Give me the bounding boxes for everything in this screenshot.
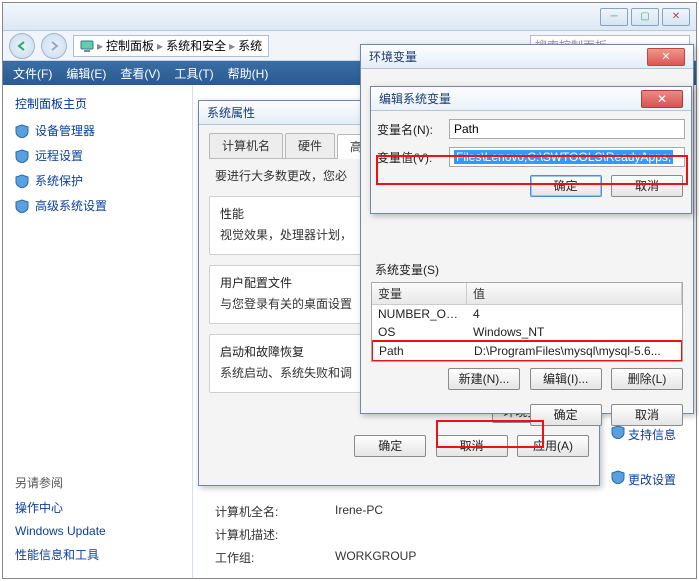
maximize-button[interactable]: ▢ bbox=[631, 8, 659, 26]
crumb[interactable]: 系统和安全 bbox=[166, 37, 226, 54]
delete-button[interactable]: 删除(L) bbox=[611, 368, 683, 390]
sidebar-item-label: 设备管理器 bbox=[35, 122, 95, 139]
dialog-title-text: 系统属性 bbox=[207, 104, 255, 121]
menu-file[interactable]: 文件(F) bbox=[13, 65, 52, 82]
cancel-button[interactable]: 取消 bbox=[436, 435, 508, 457]
window-titlebar: ─ ▢ ✕ bbox=[3, 3, 696, 31]
shield-icon bbox=[15, 174, 29, 188]
header-variable: 变量 bbox=[372, 283, 467, 304]
breadcrumb[interactable]: ▸ 控制面板 ▸ 系统和安全 ▸ 系统 bbox=[73, 35, 269, 57]
menu-help[interactable]: 帮助(H) bbox=[228, 65, 269, 82]
shield-icon bbox=[15, 149, 29, 163]
sidebar-sub-perfinfo[interactable]: 性能信息和工具 bbox=[15, 546, 180, 563]
sidebar: 控制面板主页 设备管理器 远程设置 系统保护 高级系统设置 另请参阅 操作中心 … bbox=[3, 85, 193, 578]
crumb[interactable]: 系统 bbox=[238, 37, 262, 54]
sidebar-item-remote[interactable]: 远程设置 bbox=[15, 147, 180, 164]
ok-button[interactable]: 确定 bbox=[354, 435, 426, 457]
dialog-title: 环境变量 ✕ bbox=[361, 45, 693, 69]
sidebar-item-label: 系统保护 bbox=[35, 172, 83, 189]
dialog-title: 编辑系统变量 ✕ bbox=[371, 87, 691, 111]
shield-icon bbox=[15, 124, 29, 138]
close-button[interactable]: ✕ bbox=[641, 90, 683, 108]
edit-button[interactable]: 编辑(I)... bbox=[530, 368, 602, 390]
minimize-button[interactable]: ─ bbox=[600, 8, 628, 26]
system-vars-list[interactable]: 变量 值 NUMBER_OF_PR...4 OSWindows_NT PathD… bbox=[371, 282, 683, 362]
sidebar-item-label: 高级系统设置 bbox=[35, 197, 107, 214]
list-header: 变量 值 bbox=[372, 283, 682, 305]
table-row[interactable]: PATHEXT.COM;.EXE;.BAT;.CMD;.VBS;.VBE... bbox=[372, 361, 682, 362]
ok-button[interactable]: 确定 bbox=[530, 404, 602, 426]
cancel-button[interactable]: 取消 bbox=[611, 175, 683, 197]
var-name-input[interactable]: Path bbox=[449, 119, 685, 139]
menu-edit[interactable]: 编辑(E) bbox=[66, 65, 106, 82]
forward-button[interactable] bbox=[41, 33, 67, 59]
workgroup-value: WORKGROUP bbox=[335, 549, 416, 566]
var-name-value: Path bbox=[454, 122, 479, 136]
apply-button[interactable]: 应用(A) bbox=[517, 435, 589, 457]
dialog-title-text: 环境变量 bbox=[369, 48, 417, 65]
table-row-path[interactable]: PathD:\ProgramFiles\mysql\mysql-5.6... bbox=[371, 340, 683, 362]
desc-label: 计算机描述: bbox=[215, 526, 335, 543]
var-value-value: Files\Lenovo;C:\SWTOOLS\ReadyApps; bbox=[454, 150, 673, 164]
system-vars-label: 系统变量(S) bbox=[375, 261, 683, 278]
back-button[interactable] bbox=[9, 33, 35, 59]
shield-icon bbox=[611, 470, 625, 484]
menu-view[interactable]: 查看(V) bbox=[120, 65, 160, 82]
crumb[interactable]: 控制面板 bbox=[106, 37, 154, 54]
sidebar-sub-action-center[interactable]: 操作中心 bbox=[15, 499, 180, 516]
table-row[interactable]: OSWindows_NT bbox=[372, 323, 682, 341]
tab-computer-name[interactable]: 计算机名 bbox=[209, 133, 283, 158]
sidebar-item-label: 远程设置 bbox=[35, 147, 83, 164]
sidebar-item-advanced[interactable]: 高级系统设置 bbox=[15, 197, 180, 214]
arrow-right-icon bbox=[48, 40, 60, 52]
full-name-label: 计算机全名: bbox=[215, 503, 335, 520]
sidebar-item-device-manager[interactable]: 设备管理器 bbox=[15, 122, 180, 139]
sidebar-home[interactable]: 控制面板主页 bbox=[15, 95, 180, 112]
arrow-left-icon bbox=[16, 40, 28, 52]
close-button[interactable]: ✕ bbox=[647, 48, 685, 66]
sidebar-sub-windows-update[interactable]: Windows Update bbox=[15, 524, 180, 538]
dialog-title-text: 编辑系统变量 bbox=[379, 90, 451, 107]
edit-system-variable-dialog: 编辑系统变量 ✕ 变量名(N): Path 变量值(V): Files\Leno… bbox=[370, 86, 692, 214]
sidebar-item-protection[interactable]: 系统保护 bbox=[15, 172, 180, 189]
close-button[interactable]: ✕ bbox=[662, 8, 690, 26]
new-button[interactable]: 新建(N)... bbox=[448, 368, 521, 390]
var-name-label: 变量名(N): bbox=[377, 121, 449, 138]
menu-tools[interactable]: 工具(T) bbox=[174, 65, 213, 82]
full-name-value: Irene-PC bbox=[335, 503, 383, 520]
tab-hardware[interactable]: 硬件 bbox=[285, 133, 335, 158]
table-row[interactable]: NUMBER_OF_PR...4 bbox=[372, 305, 682, 323]
var-value-input[interactable]: Files\Lenovo;C:\SWTOOLS\ReadyApps; bbox=[449, 147, 685, 167]
header-value: 值 bbox=[467, 283, 682, 304]
shield-icon bbox=[15, 199, 29, 213]
cancel-button[interactable]: 取消 bbox=[611, 404, 683, 426]
ok-button[interactable]: 确定 bbox=[530, 175, 602, 197]
computer-icon bbox=[80, 39, 94, 53]
workgroup-label: 工作组: bbox=[215, 549, 335, 566]
see-also-label: 另请参阅 bbox=[15, 474, 180, 491]
var-value-label: 变量值(V): bbox=[377, 149, 449, 166]
change-settings-link[interactable]: 更改设置 bbox=[628, 473, 676, 487]
